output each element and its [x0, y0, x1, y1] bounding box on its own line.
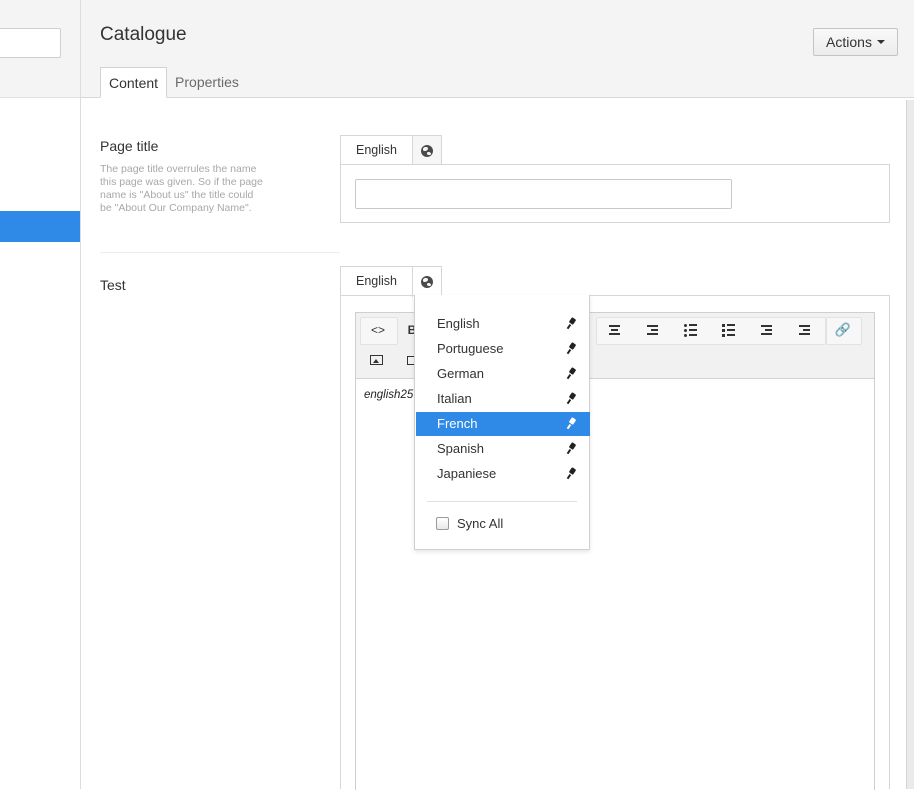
property-label-test: Test	[100, 277, 126, 293]
language-option-portuguese[interactable]: Portuguese	[416, 337, 590, 361]
property-label-page-title: Page title	[100, 138, 159, 154]
pin-icon[interactable]	[566, 317, 577, 330]
language-switcher-button[interactable]	[412, 266, 442, 297]
language-tab-english[interactable]: English	[340, 266, 413, 296]
language-option-spanish[interactable]: Spanish	[416, 437, 590, 461]
scrollbar[interactable]	[906, 100, 914, 789]
tree-selected-node[interactable]	[0, 211, 80, 242]
actions-button[interactable]: Actions	[813, 28, 898, 56]
pin-icon[interactable]	[566, 442, 577, 455]
language-option-french[interactable]: French	[416, 412, 590, 436]
pin-icon[interactable]	[566, 467, 577, 480]
content-tree-panel	[0, 0, 81, 789]
outdent-icon[interactable]	[750, 317, 782, 343]
numbered-list-icon[interactable]	[712, 317, 744, 343]
indent-icon[interactable]	[788, 317, 820, 343]
sync-all-label: Sync All	[457, 516, 504, 531]
language-option-label: Portuguese	[437, 341, 504, 356]
bullet-list-icon[interactable]	[674, 317, 706, 343]
link-icon[interactable]: 🔗	[827, 317, 859, 343]
sync-all-checkbox[interactable]	[436, 517, 449, 530]
language-dropdown: English Portuguese German Italian French…	[414, 295, 590, 550]
caret-down-icon	[876, 40, 885, 44]
property-description: The page title overrules the name this p…	[100, 163, 263, 214]
content-tabs: Content Properties	[100, 67, 247, 98]
language-tabs-page-title: English	[340, 135, 442, 165]
language-option-label: Spanish	[437, 441, 484, 456]
language-switcher-button[interactable]	[412, 135, 442, 165]
tree-search-input[interactable]	[0, 28, 61, 58]
language-option-japaniese[interactable]: Japaniese	[416, 462, 590, 486]
editor-header: Catalogue Actions Content Properties	[81, 0, 914, 98]
language-option-italian[interactable]: Italian	[416, 387, 590, 411]
dropdown-divider	[427, 501, 577, 502]
tab-properties[interactable]: Properties	[167, 67, 247, 97]
language-option-label: Japaniese	[437, 466, 497, 481]
language-option-label: Italian	[437, 391, 472, 406]
language-option-german[interactable]: German	[416, 362, 590, 386]
tab-content[interactable]: Content	[100, 67, 168, 98]
page-name[interactable]: Catalogue	[100, 24, 187, 46]
language-option-english[interactable]: English	[416, 312, 590, 336]
pin-icon[interactable]	[566, 342, 577, 355]
sync-all-toggle[interactable]: Sync All	[436, 516, 503, 531]
property-divider	[100, 252, 340, 253]
language-tabs-test: English	[340, 266, 442, 297]
page-title-field-box	[340, 164, 890, 223]
globe-icon	[421, 144, 433, 157]
image-icon[interactable]	[360, 347, 392, 373]
pin-icon[interactable]	[566, 392, 577, 405]
editor-content[interactable]: english25	[364, 389, 413, 401]
page-title-input[interactable]	[355, 179, 732, 209]
code-icon[interactable]: <>	[362, 317, 394, 343]
pin-icon[interactable]	[566, 367, 577, 380]
pin-icon[interactable]	[566, 417, 577, 430]
tree-header	[0, 0, 80, 98]
align-center-icon[interactable]	[598, 317, 630, 343]
language-option-label: English	[437, 316, 480, 331]
actions-label: Actions	[826, 34, 872, 50]
language-option-label: German	[437, 366, 484, 381]
globe-icon	[421, 276, 433, 288]
language-tab-english[interactable]: English	[340, 135, 413, 165]
align-right-icon[interactable]	[636, 317, 668, 343]
language-option-label: French	[437, 416, 478, 431]
